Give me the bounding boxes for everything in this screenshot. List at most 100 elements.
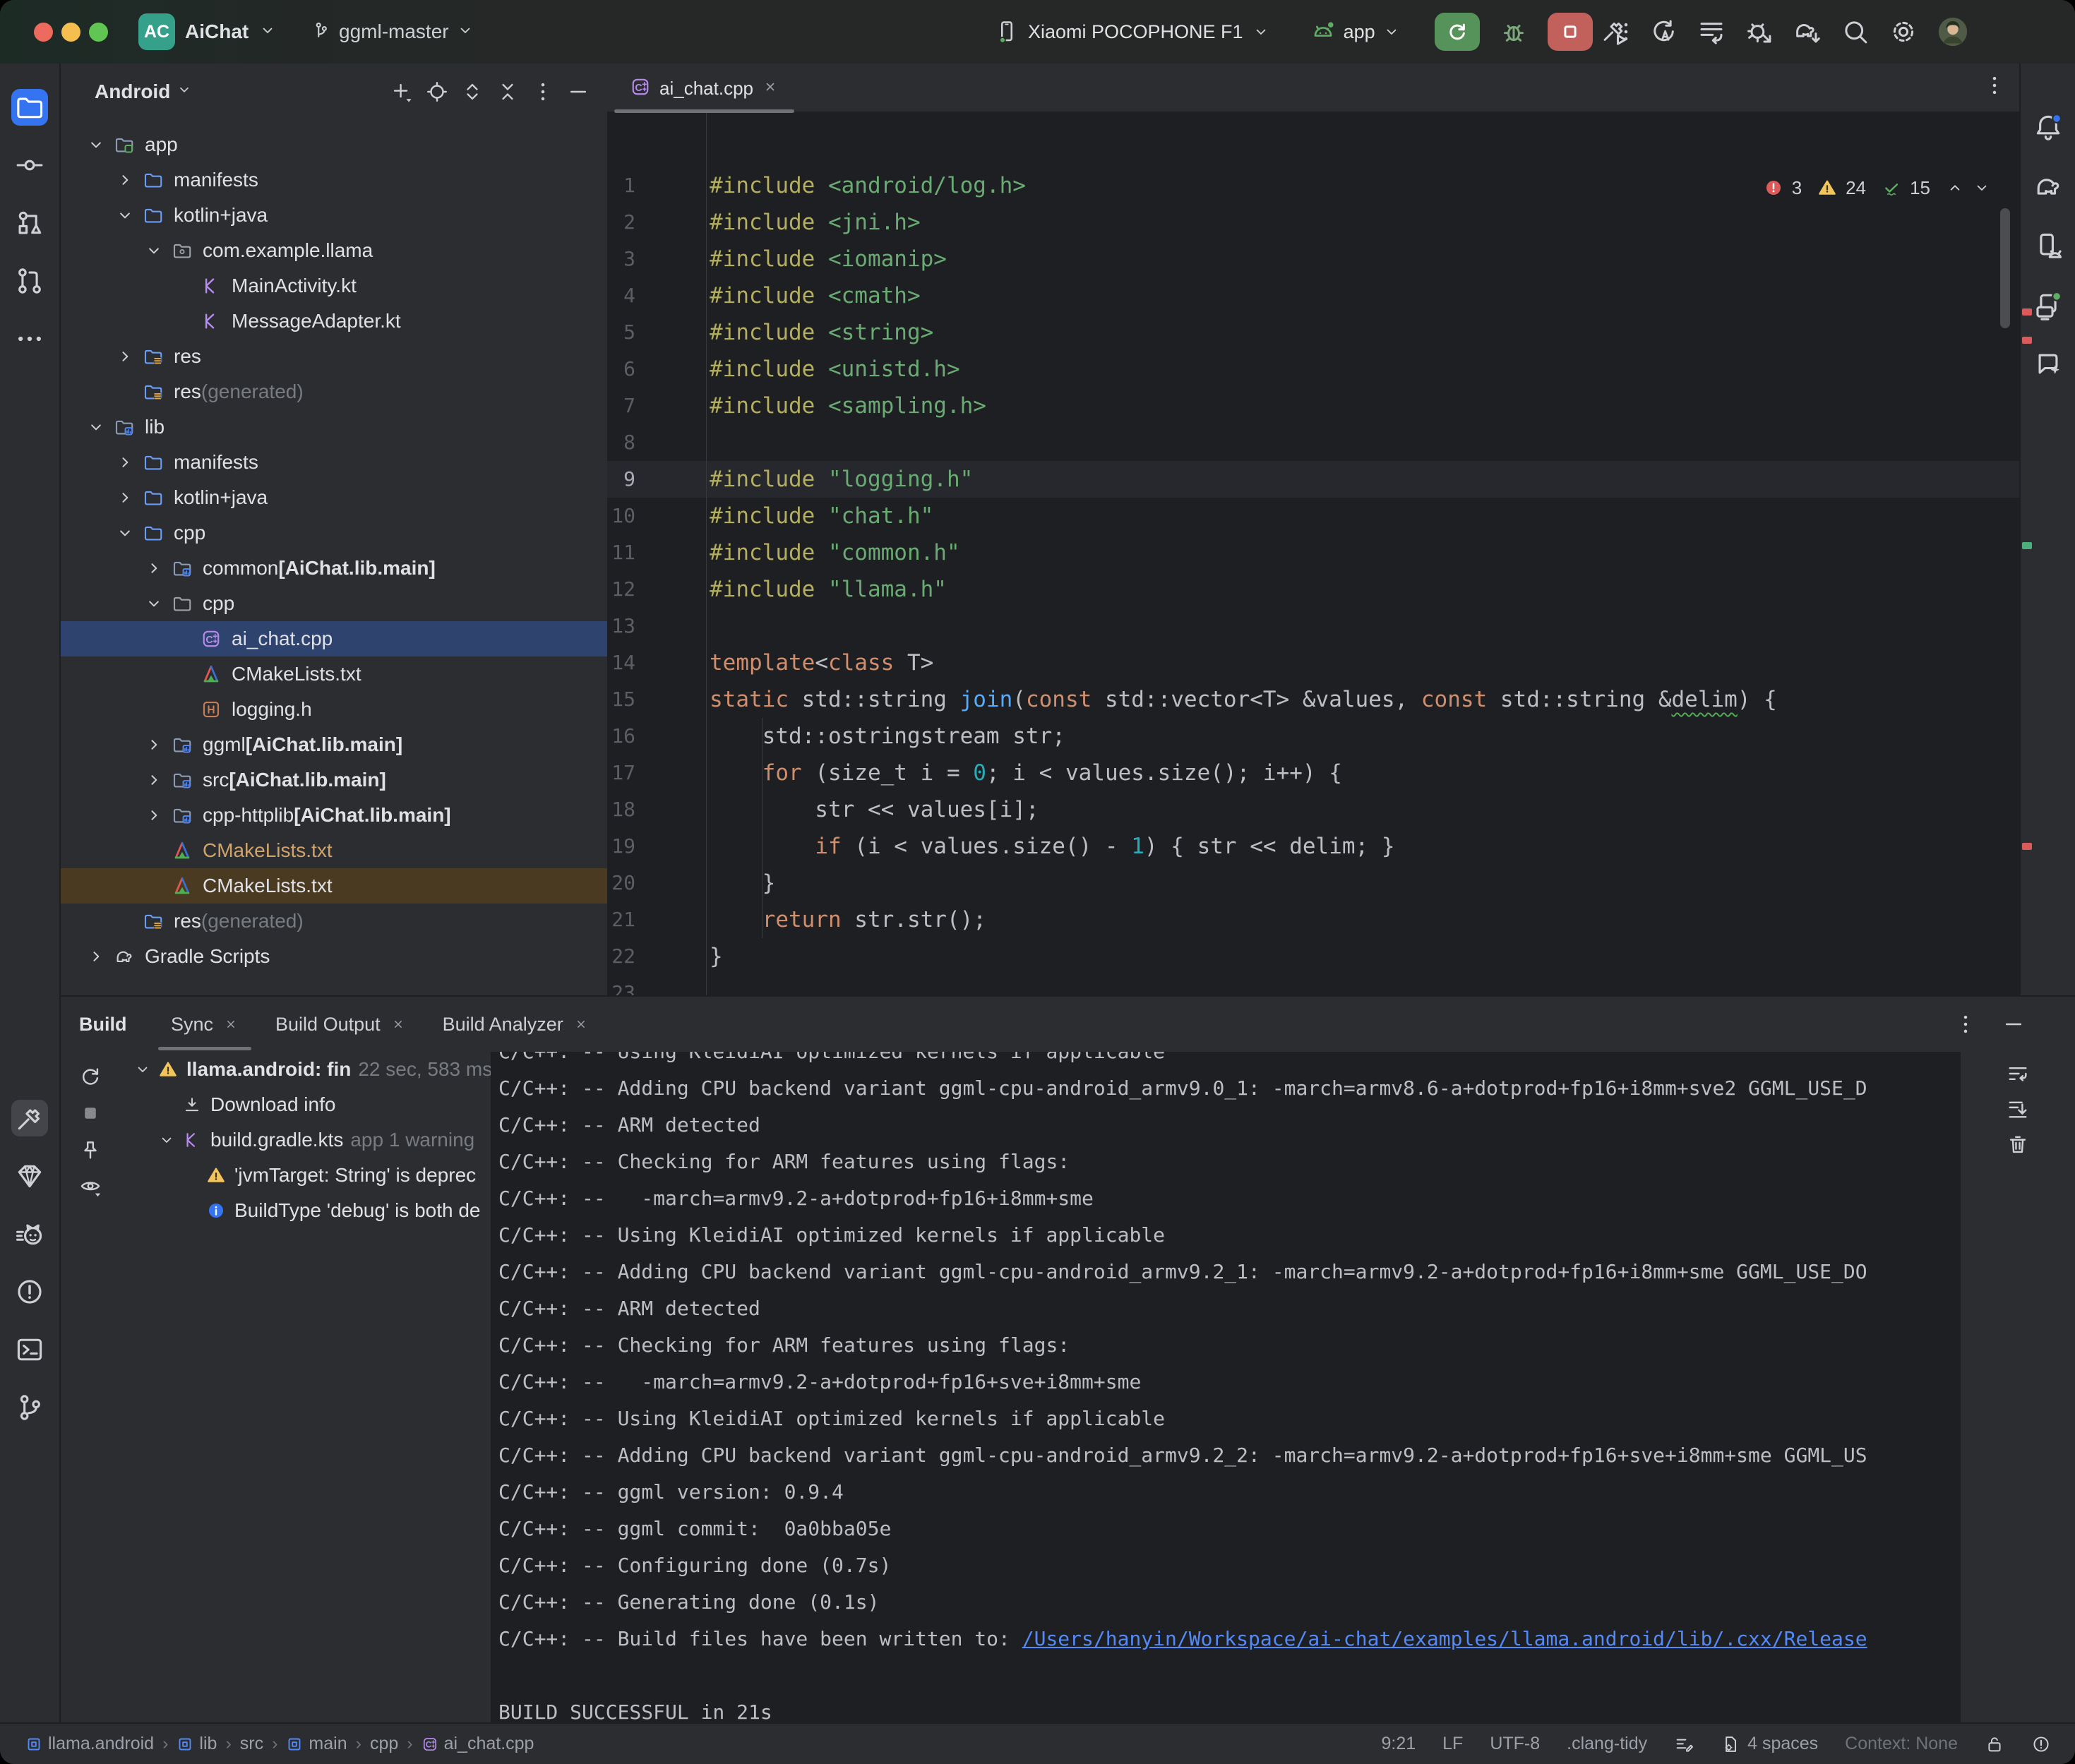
line-number[interactable]: 8	[607, 424, 635, 461]
run-config-selector[interactable]: app	[1310, 18, 1401, 45]
project-header-add-button[interactable]	[390, 80, 414, 104]
tool-stripe-running-devices[interactable]	[2030, 287, 2067, 323]
sync-toolbar-refresh-button[interactable]	[78, 1064, 102, 1088]
tool-stripe-device-manager[interactable]	[2030, 227, 2067, 264]
status-item--clang-tidy[interactable]: .clang-tidy	[1567, 1734, 1647, 1754]
inspections-widget[interactable]: 32415	[1764, 172, 1991, 203]
project-header-locate-button[interactable]	[425, 80, 449, 104]
debug-button[interactable]	[1500, 18, 1528, 46]
breadcrumb-main[interactable]: main	[286, 1734, 347, 1754]
device-selector[interactable]: Xiaomi POCOPHONE F1	[994, 19, 1270, 44]
tool-stripe-gradle[interactable]	[2030, 168, 2067, 205]
console-scroll-to-end-button[interactable]	[2006, 1097, 2030, 1121]
line-number[interactable]: 13	[607, 608, 635, 644]
tree-item-kotlin-java[interactable]: kotlin+java	[61, 480, 607, 515]
tree-item-res[interactable]: res (generated)	[61, 904, 607, 939]
tree-item-cmakelists-txt[interactable]: CMakeLists.txt	[61, 833, 607, 868]
user-avatar[interactable]	[1937, 16, 1969, 48]
status-item-context-none[interactable]: Context: None	[1845, 1734, 1958, 1754]
close-icon[interactable]	[573, 1016, 589, 1032]
tree-item-gradle-scripts[interactable]: Gradle Scripts	[61, 939, 607, 974]
zoom-window-button[interactable]	[89, 23, 108, 42]
tree-item-lib[interactable]: lib	[61, 409, 607, 445]
chevron-down-small-icon[interactable]	[258, 21, 277, 40]
sync-retry-button[interactable]	[1649, 17, 1678, 47]
error-stripe-mark[interactable]	[2022, 843, 2032, 850]
status-item-inspection-status[interactable]	[2031, 1734, 2051, 1754]
vcs-branch-selector[interactable]: ggml-master	[311, 0, 474, 64]
line-number[interactable]: 11	[607, 534, 635, 571]
tree-item-common[interactable]: common [AiChat.lib.main]	[61, 551, 607, 586]
tool-stripe-terminal[interactable]	[11, 1331, 48, 1368]
project-header-hide-button[interactable]	[566, 80, 590, 104]
tool-stripe-build-hammer[interactable]	[11, 1100, 48, 1136]
line-number[interactable]: 10	[607, 498, 635, 534]
status-item-utf-8[interactable]: UTF-8	[1490, 1734, 1540, 1754]
line-number[interactable]: 2	[607, 204, 635, 241]
tool-stripe-notifications[interactable]	[2030, 109, 2067, 145]
editor-scrollbar[interactable]	[2000, 208, 2010, 328]
line-number[interactable]: 14	[607, 644, 635, 681]
line-number[interactable]: 9	[607, 461, 635, 498]
todo-list-button[interactable]	[1697, 17, 1726, 47]
line-number[interactable]: 12	[607, 571, 635, 608]
breadcrumb-ai-chat-cpp[interactable]: Cai_chat.cpp	[421, 1734, 534, 1754]
profiler-bug-button[interactable]	[1745, 17, 1774, 47]
error-stripe-mark[interactable]	[2022, 337, 2032, 344]
line-number[interactable]: 19	[607, 828, 635, 865]
build-tab-build-analyzer[interactable]: Build Analyzer	[424, 997, 607, 1052]
more-vertical-icon[interactable]	[1983, 73, 2007, 97]
tool-stripe-project-folder[interactable]	[11, 89, 48, 126]
tree-item-manifests[interactable]: manifests	[61, 162, 607, 198]
tool-stripe-pull-requests[interactable]	[11, 263, 48, 299]
line-number[interactable]: 20	[607, 865, 635, 901]
tree-item-kotlin-java[interactable]: kotlin+java	[61, 198, 607, 233]
line-number[interactable]: 1	[607, 167, 635, 204]
tree-item-messageadapter-kt[interactable]: MessageAdapter.kt	[61, 304, 607, 339]
tree-item-cpp-httplib[interactable]: cpp-httplib [AiChat.lib.main]	[61, 798, 607, 833]
tool-stripe-problems[interactable]	[11, 1273, 48, 1310]
sync-node[interactable]: BuildType 'debug' is both de	[120, 1193, 491, 1228]
tree-item-cmakelists-txt[interactable]: CMakeLists.txt	[61, 868, 607, 904]
tree-item-res[interactable]: res	[61, 339, 607, 374]
line-number[interactable]: 4	[607, 277, 635, 314]
console-clear-button[interactable]	[2006, 1132, 2030, 1156]
line-number[interactable]: 17	[607, 755, 635, 791]
gradle-sync-button[interactable]	[1793, 17, 1822, 47]
tool-stripe-commit[interactable]	[11, 147, 48, 184]
project-header-expand-all-button[interactable]	[460, 80, 484, 104]
sync-node[interactable]: llama.android: fin22 sec, 583 ms	[120, 1052, 491, 1087]
line-number[interactable]: 21	[607, 901, 635, 938]
sync-node[interactable]: 'jvmTarget: String' is deprec	[120, 1158, 491, 1193]
tool-stripe-gemini[interactable]	[2030, 346, 2067, 383]
tree-item-res[interactable]: res (generated)	[61, 374, 607, 409]
error-stripe-mark[interactable]	[2022, 542, 2032, 549]
line-number[interactable]: 7	[607, 388, 635, 424]
project-view-selector[interactable]: Android	[95, 80, 193, 103]
project-selector[interactable]: AiChat	[185, 20, 249, 43]
status-item-9-21[interactable]: 9:21	[1381, 1734, 1416, 1754]
error-stripe-mark[interactable]	[2022, 308, 2032, 316]
breadcrumb-src[interactable]: src	[240, 1734, 263, 1754]
sync-toolbar-suspend-button[interactable]	[78, 1101, 102, 1125]
minimize-window-button[interactable]	[61, 23, 80, 42]
line-number[interactable]: 15	[607, 681, 635, 718]
line-number[interactable]: 6	[607, 351, 635, 388]
build-run-button[interactable]	[1601, 17, 1630, 47]
close-window-button[interactable]	[34, 23, 53, 42]
build-panel-more-vertical-button[interactable]	[1954, 1012, 1978, 1036]
warning-count[interactable]	[1817, 178, 1837, 198]
tree-item-logging-h[interactable]: logging.h	[61, 692, 607, 727]
stop-button[interactable]	[1548, 13, 1593, 51]
line-number[interactable]: 3	[607, 241, 635, 277]
tool-stripe-git-branch[interactable]	[11, 1389, 48, 1426]
search-button[interactable]	[1841, 17, 1870, 47]
tree-item-ai-chat-cpp[interactable]: Cai_chat.cpp	[61, 621, 607, 656]
line-number[interactable]: 5	[607, 314, 635, 351]
tree-item-com-example-llama[interactable]: com.example.llama	[61, 233, 607, 268]
tree-item-cmakelists-txt[interactable]: CMakeLists.txt	[61, 656, 607, 692]
status-item-lf[interactable]: LF	[1442, 1734, 1463, 1754]
tree-item-src[interactable]: src [AiChat.lib.main]	[61, 762, 607, 798]
line-number[interactable]: 18	[607, 791, 635, 828]
tree-item-ggml[interactable]: ggml [AiChat.lib.main]	[61, 727, 607, 762]
